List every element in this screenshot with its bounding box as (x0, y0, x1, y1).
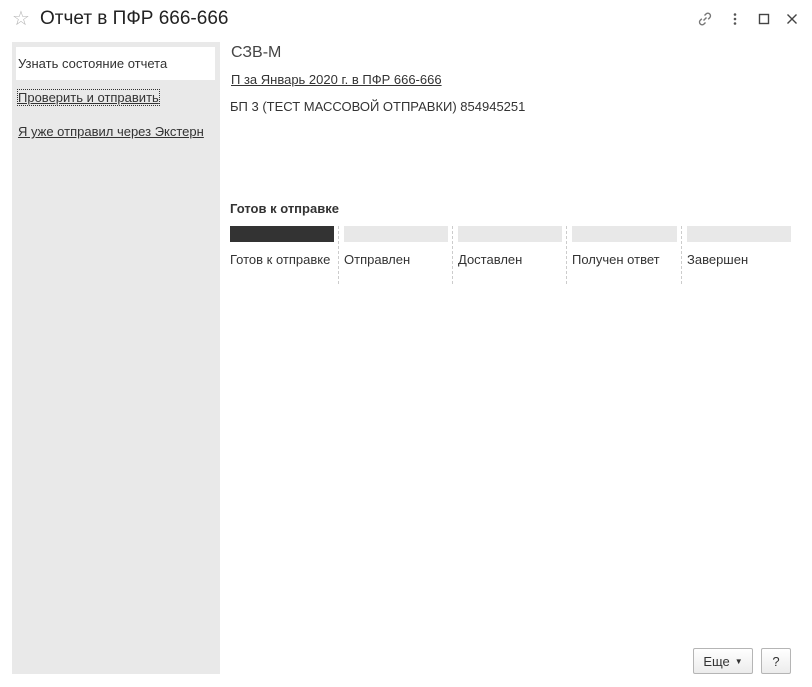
close-icon[interactable] (783, 10, 801, 28)
sidebar: Узнать состояние отчета Проверить и отпр… (12, 42, 220, 674)
stage-response-received: Получен ответ (566, 226, 681, 284)
stage-label: Получен ответ (572, 252, 660, 267)
status-stages: Готов к отправке Отправлен Доставлен Пол… (230, 226, 791, 284)
more-button[interactable]: Еще ▼ (693, 648, 753, 674)
stage-divider (566, 226, 567, 284)
stage-label: Завершен (687, 252, 749, 267)
stage-divider (338, 226, 339, 284)
stage-completed: Завершен (681, 226, 791, 284)
stage-bar (572, 226, 677, 242)
stage-ready: Готов к отправке (230, 226, 338, 284)
link-icon[interactable] (696, 10, 714, 28)
stage-divider (452, 226, 453, 284)
organization-name: БП 3 (ТЕСТ МАССОВОЙ ОТПРАВКИ) 854945251 (230, 99, 526, 114)
chevron-down-icon: ▼ (734, 656, 743, 666)
maximize-icon[interactable] (755, 10, 773, 28)
stage-bar (230, 226, 334, 242)
sidebar-item-check-status[interactable]: Узнать состояние отчета (16, 47, 215, 80)
stage-delivered: Доставлен (452, 226, 566, 284)
sidebar-item-already-sent[interactable]: Я уже отправил через Экстерн (18, 124, 204, 139)
window-title: Отчет в ПФР 666-666 (40, 8, 229, 29)
stage-sent: Отправлен (338, 226, 452, 284)
stage-bar (344, 226, 448, 242)
stage-bar (687, 226, 791, 242)
title-bar: ☆ Отчет в ПФР 666-666 (0, 0, 812, 40)
stage-label: Готов к отправке (230, 252, 331, 267)
star-icon[interactable]: ☆ (12, 8, 30, 30)
report-period-link[interactable]: П за Январь 2020 г. в ПФР 666-666 (231, 72, 442, 87)
more-vertical-icon[interactable] (726, 10, 744, 28)
report-form-name: СЗВ-М (231, 44, 282, 61)
stage-divider (681, 226, 682, 284)
current-status: Готов к отправке (230, 201, 339, 216)
report-panel: СЗВ-М П за Январь 2020 г. в ПФР 666-666 … (230, 42, 800, 642)
stage-bar (458, 226, 562, 242)
help-button[interactable]: ? (761, 648, 791, 674)
sidebar-item-check-and-send[interactable]: Проверить и отправить (17, 89, 160, 106)
help-button-label: ? (772, 653, 780, 669)
more-button-label: Еще (703, 653, 730, 669)
stage-label: Отправлен (344, 252, 411, 267)
stage-label: Доставлен (458, 252, 523, 267)
